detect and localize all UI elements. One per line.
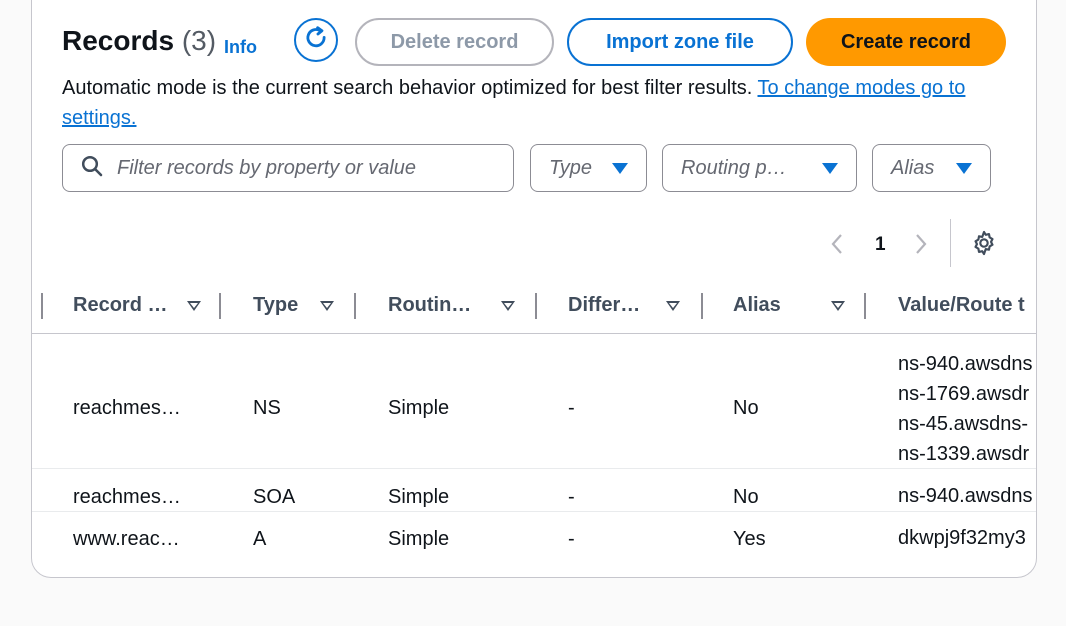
routing-policy-cell: Simple: [388, 486, 450, 508]
create-record-button[interactable]: Create record: [806, 18, 1006, 66]
caret-down-icon: [822, 162, 838, 174]
page-title: Records (3): [62, 25, 216, 57]
record-type-cell: NS: [253, 397, 281, 419]
column-label: Routin…: [388, 293, 472, 316]
search-icon: [81, 155, 103, 182]
delete-record-button[interactable]: Delete record: [355, 18, 554, 66]
value-line: dkwpj9f32my3: [898, 527, 1026, 549]
column-separator[interactable]: [354, 293, 356, 319]
record-name-cell: reachmes…: [73, 486, 181, 508]
type-filter-dropdown[interactable]: Type: [530, 144, 647, 192]
value-line: ns-1339.awsdr: [898, 443, 1030, 465]
caret-down-icon: [612, 162, 628, 174]
column-header-routing-policy[interactable]: Routin…: [388, 277, 528, 333]
type-filter-label: Type: [549, 156, 592, 179]
sort-icon[interactable]: [501, 301, 515, 311]
refresh-icon: [303, 25, 329, 56]
chevron-right-icon: [916, 234, 927, 254]
table-row[interactable]: reachmes… NS Simple - No ns-940.awsdns n…: [32, 334, 1036, 469]
records-panel: Records (3) Info Delete record Import zo…: [31, 0, 1037, 578]
value-line: ns-940.awsdns: [898, 485, 1033, 507]
column-separator[interactable]: [864, 293, 866, 319]
column-separator[interactable]: [535, 293, 537, 319]
caret-down-icon: [956, 162, 972, 174]
sort-icon[interactable]: [666, 301, 680, 311]
description-text: Automatic mode is the current search beh…: [62, 77, 758, 99]
alias-filter-dropdown[interactable]: Alias: [872, 144, 991, 192]
sort-icon[interactable]: [187, 301, 201, 311]
column-label: Differ…: [568, 293, 641, 316]
column-header-record-name[interactable]: Record …: [73, 277, 211, 333]
column-separator[interactable]: [701, 293, 703, 319]
column-separator: [41, 293, 43, 319]
differentiator-cell: -: [568, 528, 575, 550]
column-header-differentiator[interactable]: Differ…: [568, 277, 688, 333]
value-cell: dkwpj9f32my3: [898, 523, 1026, 553]
chevron-left-icon: [831, 234, 842, 254]
previous-page-button[interactable]: [830, 233, 844, 262]
import-zone-file-button[interactable]: Import zone file: [567, 18, 793, 66]
sort-icon[interactable]: [831, 301, 845, 311]
table-row[interactable]: reachmes… SOA Simple - No ns-940.awsdns: [32, 469, 1036, 512]
value-line: ns-940.awsdns: [898, 353, 1033, 375]
next-page-button[interactable]: [914, 233, 928, 262]
title-text: Records: [62, 25, 175, 56]
current-page-number[interactable]: 1: [875, 234, 886, 256]
routing-policy-cell: Simple: [388, 397, 450, 419]
record-type-cell: A: [253, 528, 267, 550]
value-line: ns-45.awsdns-: [898, 413, 1029, 435]
refresh-button[interactable]: [294, 18, 338, 62]
column-label: Alias: [733, 293, 781, 316]
column-separator[interactable]: [219, 293, 221, 319]
value-cell: ns-940.awsdns ns-1769.awsdr ns-45.awsdns…: [898, 349, 1033, 469]
record-name-cell: www.reac…: [73, 528, 180, 550]
alias-cell: Yes: [733, 528, 766, 550]
value-line: ns-1769.awsdr: [898, 383, 1030, 405]
column-label: Record …: [73, 293, 168, 316]
info-link[interactable]: Info: [224, 37, 257, 58]
filter-search-field[interactable]: [62, 144, 514, 192]
search-input[interactable]: [115, 155, 499, 181]
routing-policy-filter-dropdown[interactable]: Routing p…: [662, 144, 857, 192]
differentiator-cell: -: [568, 486, 575, 508]
column-label: Value/Route t: [898, 293, 1025, 316]
column-header-alias[interactable]: Alias: [733, 277, 863, 333]
pagination-divider: [950, 219, 951, 267]
column-header-value[interactable]: Value/Route t: [898, 277, 1036, 333]
routing-filter-label: Routing p…: [681, 156, 787, 179]
table-header: Record … Type Routin… Differ… Alias Valu…: [32, 277, 1036, 334]
differentiator-cell: -: [568, 397, 575, 419]
routing-policy-cell: Simple: [388, 528, 450, 550]
record-type-cell: SOA: [253, 486, 296, 508]
search-mode-description: Automatic mode is the current search beh…: [62, 73, 1002, 133]
value-cell: ns-940.awsdns: [898, 481, 1033, 511]
column-label: Type: [253, 293, 299, 316]
alias-filter-label: Alias: [891, 156, 935, 179]
alias-cell: No: [733, 397, 759, 419]
record-count: (3): [181, 25, 217, 56]
gear-icon: [974, 230, 994, 256]
column-header-type[interactable]: Type: [253, 277, 353, 333]
alias-cell: No: [733, 486, 759, 508]
record-name-cell: reachmes…: [73, 397, 181, 419]
sort-icon[interactable]: [320, 301, 334, 311]
table-row[interactable]: www.reac… A Simple - Yes dkwpj9f32my3: [32, 512, 1036, 576]
table-preferences-button[interactable]: [971, 230, 997, 261]
